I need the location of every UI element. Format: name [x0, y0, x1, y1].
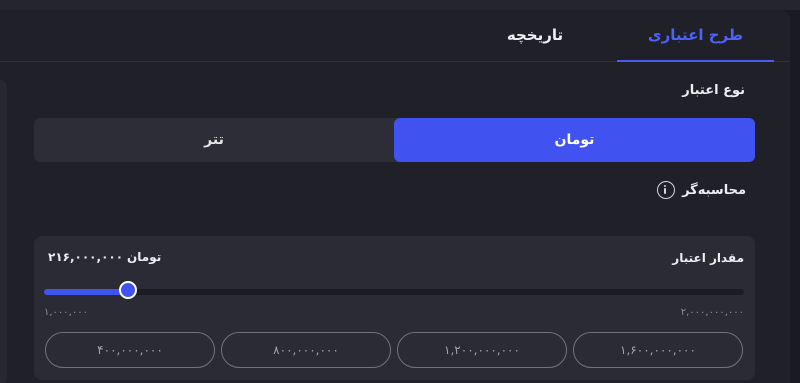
credit-amount-unit: تومان: [127, 250, 162, 264]
preset-amount-button[interactable]: ۱,۲۰۰,۰۰۰,۰۰۰: [397, 332, 567, 368]
slider-min-value: ۱,۰۰۰,۰۰۰: [44, 307, 88, 318]
preset-amount-button[interactable]: ۴۰۰,۰۰۰,۰۰۰: [45, 332, 215, 368]
credit-amount-label: مقدار اعتبار: [672, 251, 744, 265]
slider-fill: [44, 289, 128, 295]
credit-panel: طرح اعتباری تاریخچه نوع اعتبار تومان تتر…: [0, 10, 790, 383]
credit-type-tether-button[interactable]: تتر: [34, 118, 394, 162]
preset-amount-button[interactable]: ۱,۶۰۰,۰۰۰,۰۰۰: [573, 332, 743, 368]
preset-amount-button[interactable]: ۸۰۰,۰۰۰,۰۰۰: [221, 332, 391, 368]
calculator-header: محاسبه‌گر: [657, 178, 746, 202]
credit-type-label: نوع اعتبار: [682, 83, 745, 98]
adjacent-panel-edge: [0, 80, 7, 383]
tab-history[interactable]: تاریخچه: [486, 10, 584, 61]
credit-type-toman-button[interactable]: تومان: [394, 118, 755, 162]
slider-thumb[interactable]: [119, 281, 137, 299]
credit-amount-slider[interactable]: [44, 281, 744, 299]
calculator-label: محاسبه‌گر: [682, 182, 746, 198]
credit-amount-value: تومان۲۱۶,۰۰۰,۰۰۰: [44, 250, 161, 264]
tab-credit-plan[interactable]: طرح اعتباری: [617, 10, 774, 62]
calculator-card: مقدار اعتبار تومان۲۱۶,۰۰۰,۰۰۰ ۱,۰۰۰,۰۰۰ …: [34, 236, 755, 380]
slider-max-value: ۲,۰۰۰,۰۰۰,۰۰۰: [680, 307, 744, 318]
info-icon[interactable]: [657, 181, 676, 199]
top-bar: [0, 0, 800, 10]
tab-bar: طرح اعتباری تاریخچه: [0, 10, 790, 62]
credit-amount-number: ۲۱۶,۰۰۰,۰۰۰: [48, 250, 124, 264]
credit-type-selector: تومان تتر: [34, 118, 755, 162]
